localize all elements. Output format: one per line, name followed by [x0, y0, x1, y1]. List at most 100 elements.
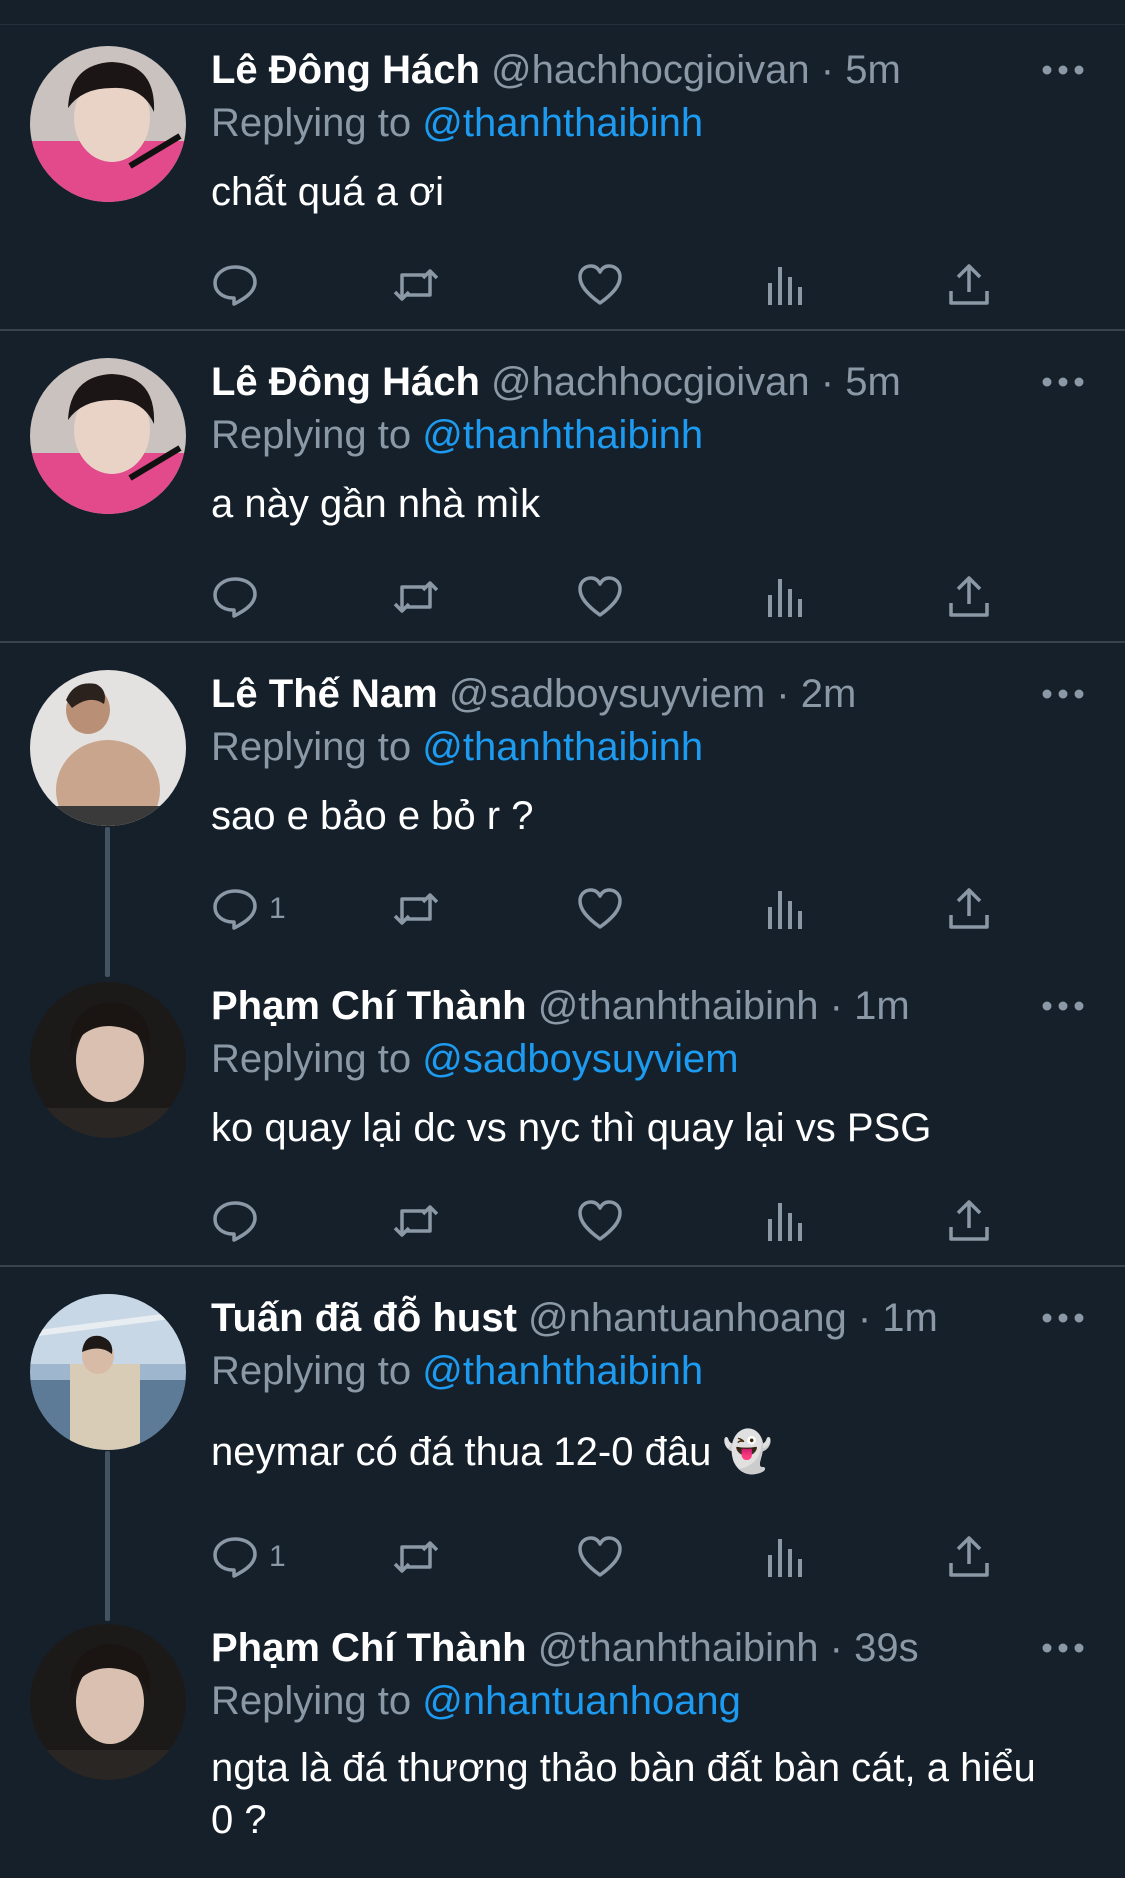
reply-icon	[211, 573, 259, 621]
avatar[interactable]	[30, 1294, 186, 1450]
reply-button[interactable]: 1	[211, 1529, 286, 1585]
views-icon	[761, 261, 809, 309]
user-handle[interactable]: @nhantuanhoang	[528, 1296, 847, 1340]
mention-link[interactable]: @nhantuanhoang	[422, 1679, 741, 1723]
views-button[interactable]	[761, 1529, 809, 1585]
action-bar	[211, 257, 1011, 313]
reply-button[interactable]: 1	[211, 881, 286, 937]
more-icon[interactable]	[1041, 372, 1085, 392]
more-icon[interactable]	[1041, 1638, 1085, 1658]
views-button[interactable]	[761, 257, 809, 313]
timestamp[interactable]: 2m	[801, 672, 857, 716]
retweet-button[interactable]	[392, 1529, 440, 1585]
replying-to: Replying to @thanhthaibinh	[211, 412, 703, 458]
user-handle[interactable]: @hachhocgioivan	[491, 48, 810, 92]
tweet-header: Lê Thế Nam @sadboysuyviem · 2m	[211, 670, 856, 718]
action-bar	[211, 1193, 1011, 1249]
timestamp[interactable]: 1m	[882, 1296, 938, 1340]
user-handle[interactable]: @sadboysuyviem	[449, 672, 765, 716]
tweet-text: sao e bảo e bỏ r ?	[211, 794, 534, 838]
tweet-text: ngta là đá thương thảo bàn đất bàn cát, …	[211, 1746, 1036, 1842]
retweet-icon	[392, 261, 440, 309]
display-name[interactable]: Tuấn đã đỗ hust	[211, 1296, 517, 1340]
tweet-header: Tuấn đã đỗ hust @nhantuanhoang · 1m	[211, 1294, 938, 1342]
replying-to: Replying to @thanhthaibinh	[211, 100, 703, 146]
retweet-button[interactable]	[392, 881, 440, 937]
timestamp[interactable]: 39s	[854, 1626, 919, 1670]
thread-connector	[105, 1451, 110, 1621]
user-handle[interactable]: @thanhthaibinh	[538, 1626, 819, 1670]
retweet-icon	[392, 1533, 440, 1581]
tweet-header: Lê Đông Hách @hachhocgioivan · 5m	[211, 46, 901, 94]
action-bar: 1	[211, 881, 1011, 937]
mention-link[interactable]: @thanhthaibinh	[422, 101, 703, 145]
display-name[interactable]: Phạm Chí Thành	[211, 1626, 527, 1670]
views-icon	[761, 573, 809, 621]
action-bar: 1	[211, 1529, 1011, 1585]
retweet-button[interactable]	[392, 1193, 440, 1249]
heart-icon	[576, 1533, 624, 1581]
mention-link[interactable]: @thanhthaibinh	[422, 725, 703, 769]
tweet-text: neymar có đá thua 12-0 đâu 👻	[211, 1430, 773, 1474]
tweet-header: Lê Đông Hách @hachhocgioivan · 5m	[211, 358, 901, 406]
retweet-icon	[392, 573, 440, 621]
share-button[interactable]	[945, 1529, 993, 1585]
heart-icon	[576, 1197, 624, 1245]
heart-icon	[576, 885, 624, 933]
retweet-button[interactable]	[392, 257, 440, 313]
top-divider	[0, 24, 1125, 25]
like-button[interactable]	[576, 1529, 624, 1585]
more-icon[interactable]	[1041, 996, 1085, 1016]
timestamp[interactable]: 5m	[845, 48, 901, 92]
replying-to: Replying to @sadboysuyviem	[211, 1036, 739, 1082]
user-handle[interactable]: @hachhocgioivan	[491, 360, 810, 404]
reply-icon	[211, 885, 259, 933]
display-name[interactable]: Lê Thế Nam	[211, 672, 438, 716]
mention-link[interactable]: @thanhthaibinh	[422, 413, 703, 457]
heart-icon	[576, 573, 624, 621]
views-button[interactable]	[761, 1193, 809, 1249]
reply-icon	[211, 1533, 259, 1581]
separator-dot: ·	[829, 984, 843, 1028]
retweet-button[interactable]	[392, 569, 440, 625]
share-icon	[945, 1197, 993, 1245]
avatar[interactable]	[30, 670, 186, 826]
user-handle[interactable]: @thanhthaibinh	[538, 984, 819, 1028]
avatar[interactable]	[30, 358, 186, 514]
share-button[interactable]	[945, 1193, 993, 1249]
share-button[interactable]	[945, 881, 993, 937]
tweet-divider	[0, 1265, 1125, 1267]
like-button[interactable]	[576, 881, 624, 937]
like-button[interactable]	[576, 1193, 624, 1249]
like-button[interactable]	[576, 569, 624, 625]
more-icon[interactable]	[1041, 1308, 1085, 1328]
views-icon	[761, 1533, 809, 1581]
reply-count: 1	[269, 1540, 286, 1573]
reply-button[interactable]	[211, 257, 269, 313]
share-icon	[945, 885, 993, 933]
like-button[interactable]	[576, 257, 624, 313]
share-button[interactable]	[945, 569, 993, 625]
more-icon[interactable]	[1041, 60, 1085, 80]
reply-button[interactable]	[211, 569, 269, 625]
reply-button[interactable]	[211, 1193, 269, 1249]
avatar[interactable]	[30, 46, 186, 202]
retweet-icon	[392, 1197, 440, 1245]
replying-label: Replying to	[211, 725, 412, 769]
display-name[interactable]: Lê Đông Hách	[211, 360, 480, 404]
more-icon[interactable]	[1041, 684, 1085, 704]
timestamp[interactable]: 5m	[845, 360, 901, 404]
views-button[interactable]	[761, 569, 809, 625]
separator-dot: ·	[776, 672, 790, 716]
display-name[interactable]: Phạm Chí Thành	[211, 984, 527, 1028]
display-name[interactable]: Lê Đông Hách	[211, 48, 480, 92]
heart-icon	[576, 261, 624, 309]
mention-link[interactable]: @thanhthaibinh	[422, 1349, 703, 1393]
mention-link[interactable]: @sadboysuyviem	[422, 1037, 738, 1081]
share-button[interactable]	[945, 257, 993, 313]
reply-icon	[211, 1197, 259, 1245]
views-button[interactable]	[761, 881, 809, 937]
timestamp[interactable]: 1m	[854, 984, 910, 1028]
avatar[interactable]	[30, 982, 186, 1138]
avatar[interactable]	[30, 1624, 186, 1780]
